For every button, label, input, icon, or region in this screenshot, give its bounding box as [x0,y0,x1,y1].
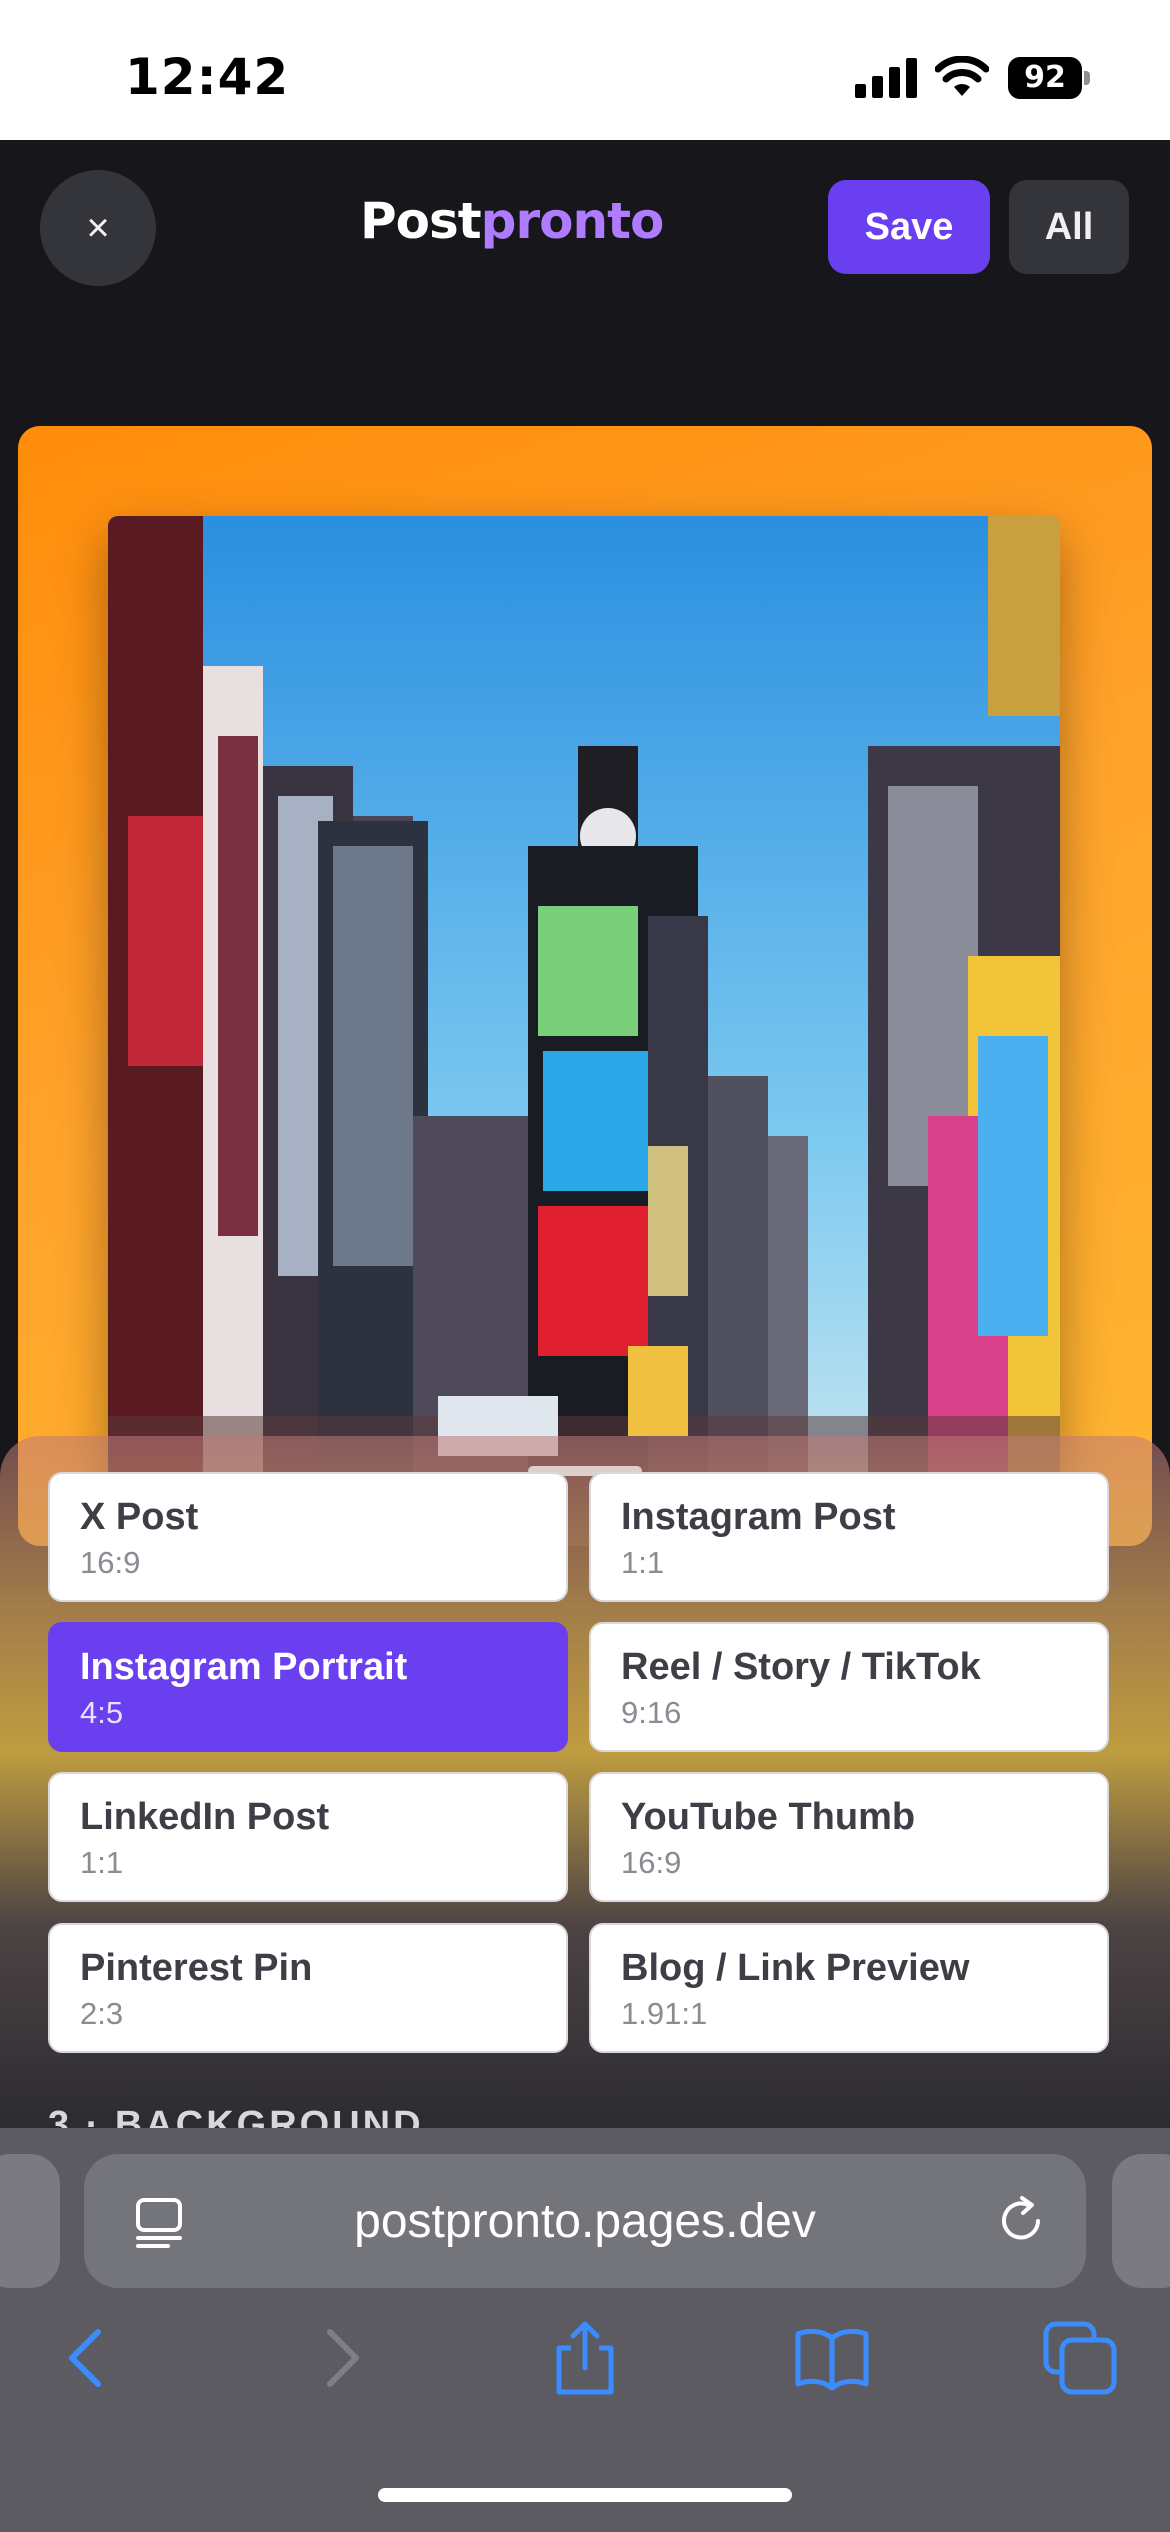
battery-icon: 92 [1008,57,1090,99]
battery-level: 92 [1008,57,1082,99]
preset-name: LinkedIn Post [80,1796,330,1838]
preset-instagram-post[interactable]: Instagram Post 1:1 [589,1472,1109,1602]
app-logo: Postpronto [360,192,665,250]
home-indicator[interactable] [378,2488,792,2502]
preset-ratio: 16:9 [80,1545,141,1580]
status-bar: 12:42 92 [0,0,1170,140]
preset-x-post[interactable]: X Post 16:9 [48,1472,568,1602]
browser-toolbar: postpronto.pages.dev [0,2128,1170,2532]
canvas-preview [18,426,1152,1546]
preset-blog-link-preview[interactable]: Blog / Link Preview 1.91:1 [589,1923,1109,2053]
preset-name: Instagram Post [621,1496,896,1538]
preset-name: Instagram Portrait [80,1646,408,1688]
format-sheet: X Post 16:9 Instagram Post 1:1 Instagram… [0,1436,1170,2136]
app-header: × Postpronto Save All [0,140,1170,310]
close-icon: × [86,205,110,250]
logo-text-pronto: pronto [480,192,665,250]
url-text: postpronto.pages.dev [354,2195,816,2248]
share-icon[interactable] [545,2318,625,2398]
preset-instagram-portrait[interactable]: Instagram Portrait 4:5 [48,1622,568,1752]
preset-ratio: 2:3 [80,1996,124,2031]
preset-reel-story-tiktok[interactable]: Reel / Story / TikTok 9:16 [589,1622,1109,1752]
cellular-signal-icon [855,58,917,98]
preset-linkedin-post[interactable]: LinkedIn Post 1:1 [48,1772,568,1902]
tabs-icon[interactable] [1040,2318,1120,2398]
preset-ratio: 9:16 [621,1695,682,1730]
address-bar[interactable]: postpronto.pages.dev [84,2154,1086,2288]
wifi-icon [935,56,989,96]
preset-name: Blog / Link Preview [621,1947,970,1989]
preset-name: X Post [80,1496,199,1538]
preset-ratio: 1.91:1 [621,1996,708,2031]
preset-pinterest-pin[interactable]: Pinterest Pin 2:3 [48,1923,568,2053]
previous-tab-edge[interactable] [0,2154,60,2288]
times-square-photo [108,516,1060,1546]
preset-youtube-thumb[interactable]: YouTube Thumb 16:9 [589,1772,1109,1902]
reload-icon[interactable] [994,2194,1048,2248]
logo-text-post: Post [360,192,482,250]
save-button[interactable]: Save [828,180,990,274]
all-button[interactable]: All [1009,180,1129,274]
next-tab-edge[interactable] [1112,2154,1170,2288]
preset-name: YouTube Thumb [621,1796,916,1838]
preset-ratio: 1:1 [621,1545,665,1580]
status-time: 12:42 [125,48,290,106]
forward-icon[interactable] [300,2318,380,2398]
preset-name: Pinterest Pin [80,1947,313,1989]
preset-name: Reel / Story / TikTok [621,1646,981,1688]
close-button[interactable]: × [40,170,156,286]
preview-photo[interactable] [108,516,1060,1546]
bookmarks-icon[interactable] [792,2318,872,2398]
back-icon[interactable] [48,2318,128,2398]
preset-ratio: 16:9 [621,1845,682,1880]
preset-ratio: 4:5 [80,1695,124,1730]
preset-ratio: 1:1 [80,1845,124,1880]
